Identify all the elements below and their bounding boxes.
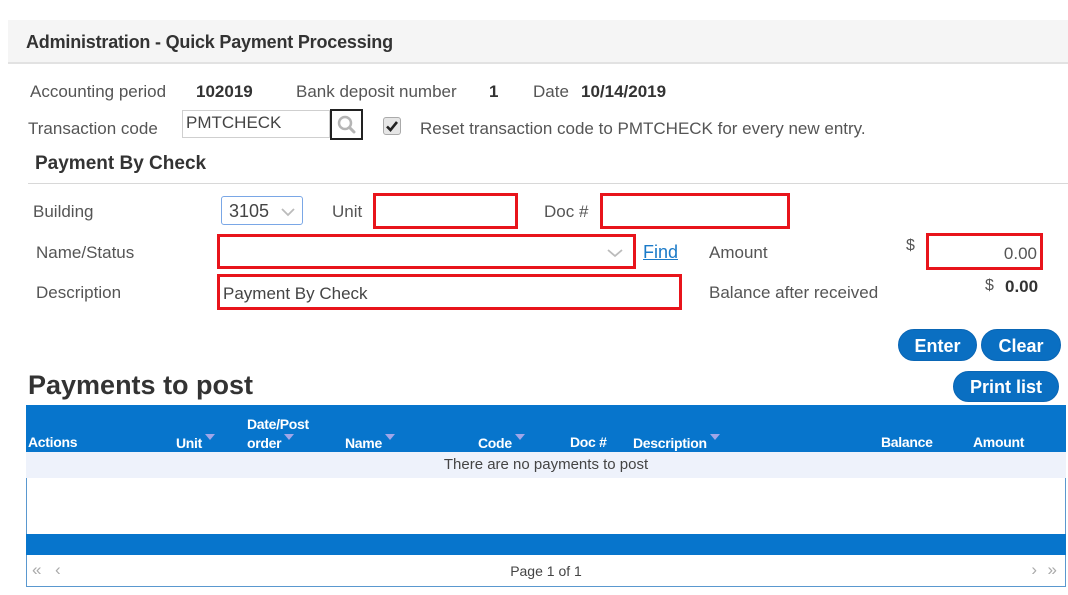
building-select[interactable]: 3105	[221, 196, 303, 225]
column-unit[interactable]: Unit	[176, 434, 216, 451]
description-value: Payment By Check	[223, 284, 368, 303]
building-label: Building	[33, 202, 94, 221]
amount-value: 0.00	[1003, 244, 1037, 263]
column-name[interactable]: Name	[345, 434, 395, 451]
column-balance: Balance	[881, 434, 933, 450]
amount-label: Amount	[709, 243, 768, 262]
balance-value: 0.00	[1005, 277, 1039, 296]
reset-transaction-label: Reset transaction code to PMTCHECK for e…	[420, 119, 866, 138]
balance-currency: $	[985, 277, 994, 294]
bank-deposit-label: Bank deposit number	[296, 82, 457, 101]
amount-currency: $	[906, 237, 915, 254]
section-divider	[28, 183, 1068, 184]
column-amount: Amount	[973, 434, 1025, 450]
amount-input[interactable]: 0.00	[926, 233, 1043, 270]
next-page-icon[interactable]: ›	[1031, 560, 1037, 580]
name-status-label: Name/Status	[36, 243, 135, 262]
page-title: Administration - Quick Payment Processin…	[26, 32, 393, 52]
payments-table-footer	[26, 534, 1066, 555]
date-label: Date	[533, 82, 569, 101]
chevron-down-icon	[281, 208, 295, 217]
column-date-post-line1: Date/Post	[247, 416, 309, 432]
payments-heading: Payments to post	[28, 370, 254, 400]
building-value: 3105	[229, 201, 270, 221]
balance-label: Balance after received	[709, 283, 879, 302]
pager: « ‹ Page 1 of 1 › »	[26, 555, 1066, 587]
column-actions: Actions	[28, 434, 78, 450]
name-status-select[interactable]	[217, 234, 636, 269]
accounting-period-label: Accounting period	[30, 82, 167, 101]
accounting-period-value: 102019	[196, 82, 253, 101]
sort-icon[interactable]	[284, 434, 295, 440]
column-description[interactable]: Description	[633, 434, 720, 451]
unit-label: Unit	[332, 202, 363, 221]
print-list-button[interactable]: Print list	[953, 371, 1059, 402]
sort-icon[interactable]	[384, 434, 395, 440]
section-title: Payment By Check	[35, 153, 207, 174]
page-header: Administration - Quick Payment Processin…	[8, 20, 1068, 64]
doc-label: Doc #	[544, 202, 589, 221]
empty-message: There are no payments to post	[443, 456, 649, 473]
find-link[interactable]: Find	[643, 242, 678, 263]
transaction-code-input[interactable]: PMTCHECK	[182, 110, 330, 138]
column-doc-number: Doc #	[570, 434, 607, 450]
bank-deposit-value: 1	[489, 82, 499, 101]
unit-input[interactable]	[373, 193, 518, 229]
doc-number-input[interactable]	[600, 193, 790, 229]
clear-button[interactable]: Clear	[981, 329, 1061, 361]
last-page-icon[interactable]: »	[1048, 560, 1057, 580]
column-date-post-order[interactable]: order	[247, 434, 295, 451]
description-input[interactable]: Payment By Check	[217, 274, 682, 310]
description-label: Description	[36, 283, 122, 302]
checkmark-icon	[386, 121, 399, 132]
transaction-code-search-button[interactable]	[330, 109, 363, 140]
sort-icon[interactable]	[514, 434, 525, 440]
enter-button[interactable]: Enter	[898, 329, 977, 361]
payments-table-header: Actions Unit Date/Post order Name Code D…	[26, 405, 1066, 452]
search-icon	[337, 115, 356, 134]
column-code[interactable]: Code	[478, 434, 525, 451]
transaction-code-value: PMTCHECK	[186, 113, 282, 132]
payments-table-body	[26, 478, 1066, 534]
transaction-code-label: Transaction code	[28, 119, 158, 138]
sort-icon[interactable]	[709, 434, 720, 440]
chevron-down-icon	[607, 249, 623, 258]
reset-transaction-checkbox[interactable]	[383, 117, 401, 135]
page-indicator: Page 1 of 1	[510, 563, 582, 579]
date-value: 10/14/2019	[581, 82, 667, 101]
empty-table-row: There are no payments to post	[26, 452, 1066, 478]
sort-icon[interactable]	[205, 434, 216, 440]
